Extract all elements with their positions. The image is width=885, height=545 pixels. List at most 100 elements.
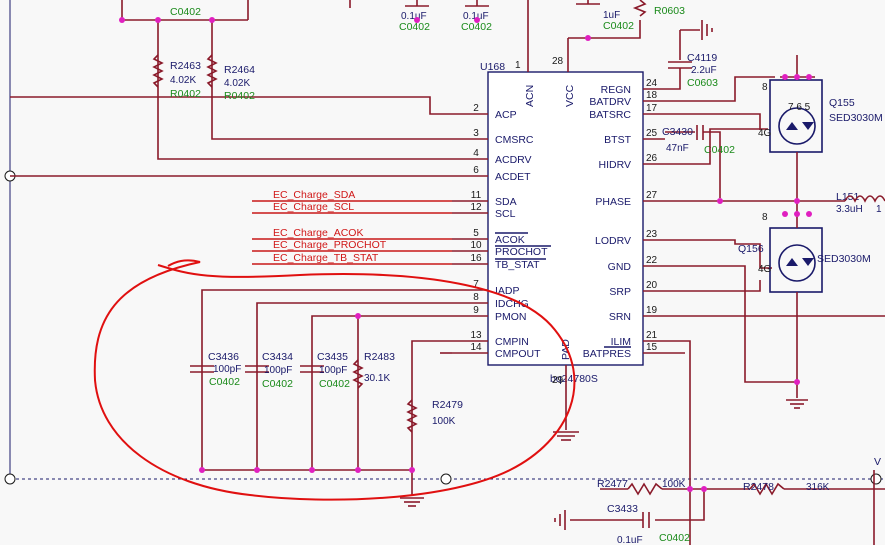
r2477-value: 100K xyxy=(662,479,686,490)
junction-dot xyxy=(794,198,800,204)
ic-pin-name: PHASE xyxy=(595,196,631,208)
r2483-ref: R2483 xyxy=(364,351,395,363)
junction-dot xyxy=(794,379,800,385)
q156-diode xyxy=(802,258,814,266)
border-marker xyxy=(440,473,452,485)
junction-dot xyxy=(309,467,315,473)
c4119-value: 2.2uF xyxy=(691,65,717,76)
junction-dot xyxy=(474,17,480,23)
ic-pin-name: REGN xyxy=(601,84,631,96)
ic-pin-name: ACDRV xyxy=(495,154,532,166)
junction-dot xyxy=(355,313,361,319)
c3436-value: 100pF xyxy=(213,364,241,375)
ic-pin-name: TB_STAT xyxy=(495,259,540,271)
ic-pin-number: 12 xyxy=(470,202,482,213)
junction-dot xyxy=(687,486,693,492)
c4119-ref: C4119 xyxy=(687,52,717,64)
c3435-ref: C3435 xyxy=(317,351,348,363)
c3433-pkg: C0402 xyxy=(659,532,690,544)
ic-pin-name: CMSRC xyxy=(495,134,534,146)
ic-pin-number: 18 xyxy=(646,90,658,101)
q155-diode xyxy=(786,122,798,130)
ic-pin-name: BTST xyxy=(604,134,631,146)
c3433-value: 0.1uF xyxy=(617,535,643,545)
ic-pin-number: 6 xyxy=(473,165,479,176)
ic-pin-name: BATSRC xyxy=(589,109,631,121)
r2463-value: 4.02K xyxy=(170,75,196,86)
junction-dot xyxy=(806,74,812,80)
net-prochot: EC_Charge_PROCHOT xyxy=(273,239,387,251)
q156-ref: Q156 xyxy=(738,243,764,255)
ic-pin-number: 3 xyxy=(473,128,479,139)
partial-value-right: 1 xyxy=(876,204,882,215)
ic-pin-number: 23 xyxy=(646,229,658,240)
junction-dot xyxy=(806,211,812,217)
top-cap3-pkg: C0402 xyxy=(603,20,634,32)
ic-pin-number: 27 xyxy=(646,190,658,201)
ic-pin-number: 10 xyxy=(470,240,482,251)
ic-pin-number: 2 xyxy=(473,103,479,114)
junction-dot xyxy=(794,211,800,217)
ic-pin-number: 11 xyxy=(471,190,482,201)
r2464-pkg: R0402 xyxy=(224,90,255,102)
r2479-ref: R2479 xyxy=(432,399,463,411)
net-acok: EC_Charge_ACOK xyxy=(273,227,363,239)
ic-pin-number: 4 xyxy=(473,148,479,159)
r2463-ref: R2463 xyxy=(170,60,201,72)
junction-dot xyxy=(254,467,260,473)
ic-pin-number: 24 xyxy=(646,78,658,89)
ic-pin-number: 13 xyxy=(470,330,482,341)
r2478-ref: R2478 xyxy=(743,481,774,493)
junction-dot xyxy=(409,467,415,473)
r2463-pkg: R0402 xyxy=(170,88,201,100)
ic-pin-number: 14 xyxy=(470,342,482,353)
ic-pin-name: CMPOUT xyxy=(495,348,541,360)
net-sda: EC_Charge_SDA xyxy=(273,189,355,201)
c3435-value: 100pF xyxy=(319,365,347,376)
ic-pin-number: 21 xyxy=(646,330,658,341)
ic-pin-name: HIDRV xyxy=(599,159,631,171)
junction-dot xyxy=(782,74,788,80)
ic-pin-name: SRP xyxy=(609,286,631,298)
ic-pin-number: 25 xyxy=(646,128,658,139)
c4119-pkg: C0603 xyxy=(687,77,718,89)
junction-dot xyxy=(782,211,788,217)
junction-dot xyxy=(794,74,800,80)
junction-dot xyxy=(355,467,361,473)
q156-diode xyxy=(786,258,798,266)
net-scl: EC_Charge_SCL xyxy=(273,201,354,213)
q155-gate-label: 4G xyxy=(758,128,772,139)
ic-pin-number: 8 xyxy=(473,292,479,303)
top-cap1-pkg: C0402 xyxy=(399,21,430,33)
c3430-value: 47nF xyxy=(666,143,689,154)
ic-pin-number: 17 xyxy=(646,103,658,114)
ic-pin-name: SDA xyxy=(495,196,517,208)
ic-pin-number: 16 xyxy=(470,253,482,264)
pin-name-acn: ACN xyxy=(524,85,536,107)
junction-dot xyxy=(585,35,591,41)
junction-dot xyxy=(701,486,707,492)
r2477-ref: R2477 xyxy=(597,478,628,490)
ic-pin-number: 5 xyxy=(473,228,479,239)
ic-pin-name: BATPRES xyxy=(583,348,631,360)
c3434-ref: C3434 xyxy=(262,351,293,363)
junction-dot xyxy=(414,17,420,23)
q156-pin8: 8 xyxy=(762,212,768,223)
c3436-pkg: C0402 xyxy=(209,376,240,388)
junction-dot xyxy=(155,17,161,23)
ic-pin-number: 20 xyxy=(646,280,658,291)
c3434-value: 100pF xyxy=(264,365,292,376)
ic-pin-name: ACP xyxy=(495,109,517,121)
l151-value: 3.3uH xyxy=(836,204,863,215)
ic-pin-name: SCL xyxy=(495,208,516,220)
junction-dot xyxy=(119,17,125,23)
q155-pin8: 8 xyxy=(762,82,768,93)
border-marker xyxy=(870,473,882,485)
border-marker xyxy=(4,473,16,485)
ic-pin-name: ACDET xyxy=(495,171,531,183)
ic-pin-name: SRN xyxy=(609,311,631,323)
pin-number: 28 xyxy=(552,56,564,67)
pin-number: 1 xyxy=(515,60,521,71)
ic-pin-name: PROCHOT xyxy=(495,246,548,258)
junction-dot xyxy=(209,17,215,23)
